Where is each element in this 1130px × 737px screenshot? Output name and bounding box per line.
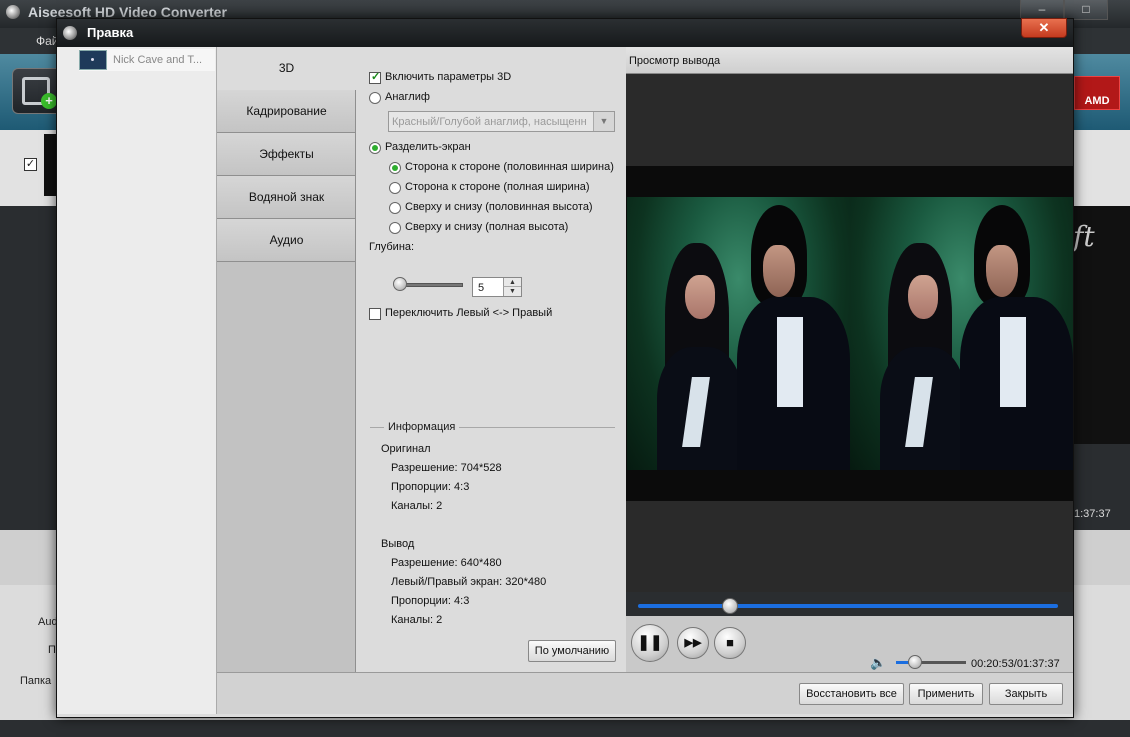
plus-icon: + [41, 93, 57, 109]
enable-3d-label: Включить параметры 3D [385, 71, 512, 83]
edit-dialog: Правка ✕ Nick Cave and T... 3D Кадрирова… [56, 18, 1074, 718]
main-time-display: 1:37:37 [1074, 508, 1111, 520]
anaglyph-radio[interactable] [369, 92, 381, 104]
minimize-button[interactable]: – [1020, 0, 1064, 20]
split-option-label-3: Сверху и снизу (половинная высота) [405, 201, 593, 213]
original-aspect: Пропорции: 4:3 [391, 481, 470, 493]
output-resolution: Разрешение: 640*480 [391, 557, 502, 569]
tab-watermark[interactable]: Водяной знак [217, 176, 356, 219]
pause-button[interactable]: ❚❚ [631, 624, 669, 662]
file-checkbox[interactable]: ✓ [24, 158, 37, 171]
video-frame-right [850, 197, 1073, 470]
app-logo-icon [6, 5, 20, 19]
swap-eyes-checkbox[interactable] [369, 308, 381, 320]
restore-all-button[interactable]: Восстановить все [799, 683, 904, 705]
seek-bar[interactable] [638, 604, 1058, 608]
fast-forward-button[interactable]: ▶▶ [677, 627, 709, 659]
anaglyph-select[interactable]: Красный/Голубой анаглиф, насыщенн ▼ [388, 111, 615, 132]
output-channels: Каналы: 2 [391, 614, 443, 626]
close-button[interactable]: Закрыть [989, 683, 1063, 705]
volume-icon[interactable]: 🔈 [870, 655, 886, 671]
add-file-button[interactable]: + [12, 68, 62, 114]
video-preview [626, 166, 1073, 501]
enable-3d-checkbox[interactable] [369, 70, 381, 84]
main-preview-logo-text: ft [1073, 220, 1095, 253]
split-option-label-4: Сверху и снизу (полная высота) [405, 221, 569, 233]
split-screen-label: Разделить-экран [385, 141, 471, 153]
dialog-close-button[interactable]: ✕ [1021, 18, 1067, 38]
swap-eyes-label: Переключить Левый <-> Правый [385, 307, 553, 319]
split-option-radio-4[interactable] [389, 222, 401, 234]
video-frame-left [627, 197, 850, 470]
tab-crop[interactable]: Кадрирование [217, 90, 356, 133]
stepper-up-icon[interactable]: ▲ [503, 278, 521, 287]
depth-slider-handle[interactable] [393, 277, 407, 291]
stop-button[interactable]: ■ [714, 627, 746, 659]
seek-handle[interactable] [722, 598, 738, 614]
file-thumbnail [44, 134, 56, 196]
output-lr-screen: Левый/Правый экран: 320*480 [391, 576, 547, 588]
split-option-radio-2[interactable] [389, 182, 401, 194]
preview-header: Просмотр вывода [626, 47, 1073, 74]
timecode: 00:20:53/01:37:37 [971, 658, 1060, 670]
dialog-title: Правка [87, 25, 134, 40]
stop-icon: ■ [726, 635, 734, 650]
pause-icon: ❚❚ [637, 634, 663, 651]
settings-3d-panel: Включить параметры 3D Анаглиф Красный/Го… [356, 47, 626, 672]
split-option-label-2: Сторона к стороне (полная ширина) [405, 181, 590, 193]
apply-button[interactable]: Применить [909, 683, 983, 705]
depth-label: Глубина: [369, 241, 415, 253]
fast-forward-icon: ▶▶ [684, 637, 702, 649]
preview-title: Просмотр вывода [629, 55, 721, 67]
anaglyph-select-value: Красный/Голубой анаглиф, насыщенн [392, 116, 587, 128]
depth-stepper[interactable]: 5 ▲ ▼ [472, 277, 522, 297]
video-thumbnail [79, 50, 107, 70]
dialog-file-list: Nick Cave and T... [57, 47, 217, 714]
folder-label: Папка [20, 675, 52, 687]
output-aspect: Пропорции: 4:3 [391, 595, 470, 607]
split-option-radio-3[interactable] [389, 202, 401, 214]
stepper-down-icon[interactable]: ▼ [503, 287, 521, 296]
volume-handle[interactable] [908, 655, 922, 669]
output-label: Вывод [381, 538, 415, 550]
info-title: Информация [384, 421, 460, 433]
tab-effects[interactable]: Эффекты [217, 133, 356, 176]
list-item[interactable]: Nick Cave and T... [79, 49, 215, 71]
maximize-button[interactable]: □ [1064, 0, 1108, 20]
dialog-logo-icon [63, 26, 77, 40]
depth-value: 5 [478, 282, 485, 294]
tab-audio[interactable]: Аудио [217, 219, 356, 262]
chevron-down-icon: ▼ [593, 112, 614, 131]
dialog-title-bar: Правка ✕ [57, 18, 1073, 47]
split-option-radio-1[interactable] [389, 162, 401, 174]
amd-badge: AMD [1074, 76, 1120, 110]
audio-label: Aud [38, 616, 58, 628]
output-preview-panel: Просмотр вывода ❚❚ ▶▶ ■ 🔈 00:20:53/01:37… [626, 47, 1073, 672]
profile-label: П [48, 644, 56, 656]
tab-3d[interactable]: 3D [217, 47, 356, 90]
edit-tabs: 3D Кадрирование Эффекты Водяной знак Ауд… [217, 47, 356, 672]
original-label: Оригинал [381, 443, 431, 455]
anaglyph-label: Анаглиф [385, 91, 430, 103]
original-resolution: Разрешение: 704*528 [391, 462, 502, 474]
split-option-label-1: Сторона к стороне (половинная ширина) [405, 161, 614, 173]
original-channels: Каналы: 2 [391, 500, 443, 512]
dialog-footer: Восстановить все Применить Закрыть [217, 672, 1073, 714]
default-button[interactable]: По умолчанию [528, 640, 616, 662]
file-name: Nick Cave and T... [113, 54, 203, 66]
main-footer [0, 720, 1130, 737]
split-screen-radio[interactable] [369, 142, 381, 154]
